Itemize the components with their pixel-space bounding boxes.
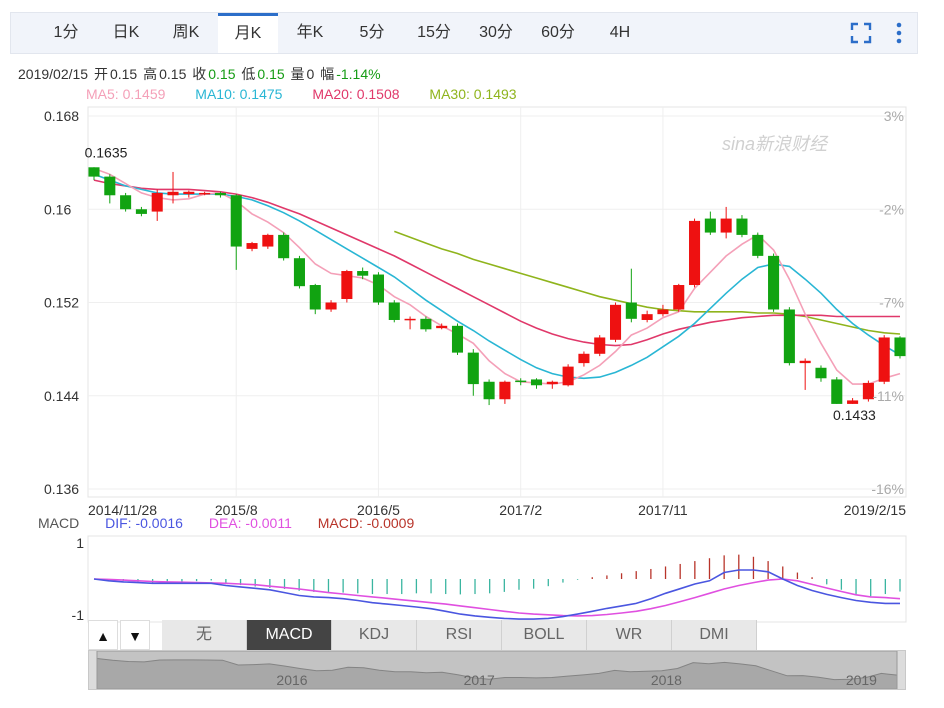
indicator-tab-wr[interactable]: WR (587, 620, 672, 650)
y-tick-label: 0.136 (44, 481, 79, 497)
indicator-tab-boll[interactable]: BOLL (502, 620, 587, 650)
indicator-tab-kdj[interactable]: KDJ (332, 620, 417, 650)
indicator-tab-macd[interactable]: MACD (247, 620, 332, 650)
candle-body (104, 176, 116, 196)
candle-body (467, 352, 479, 385)
x-tick-label: 2017/2 (499, 502, 542, 518)
pct-tick-label: 3% (884, 108, 904, 124)
navigator-overview: 2016 2017 2018 2019 (96, 651, 898, 689)
candle-body (88, 167, 100, 177)
scroll-up-button[interactable]: ▲ (88, 620, 118, 650)
macd-title: MACD (38, 515, 80, 531)
candle-body (752, 234, 764, 256)
candle-body (151, 192, 163, 212)
candle-body (562, 366, 574, 386)
indicator-tab-none[interactable]: 无 (162, 620, 247, 650)
candle-body (831, 379, 843, 404)
y-tick-label: 0.144 (44, 388, 79, 404)
candle-body (625, 302, 637, 319)
candle-body (135, 209, 147, 214)
candle-body (499, 381, 511, 400)
sina-watermark: sina新浪财经 (722, 134, 829, 154)
candle-body (736, 218, 748, 235)
candle-body (388, 302, 400, 320)
y-tick-label: 0.16 (44, 201, 71, 217)
candle-body (230, 195, 242, 247)
candle-body (799, 360, 811, 364)
candle-body (720, 218, 732, 233)
navigator-year-label: 2017 (464, 672, 495, 688)
candle-body (183, 191, 195, 195)
x-tick-label: 2019/2/15 (844, 502, 906, 518)
candle-body (483, 381, 495, 400)
candle-body (878, 337, 890, 382)
indicator-tab-dmi[interactable]: DMI (672, 620, 757, 650)
macd-legend: MACD DIF: -0.0016 DEA: -0.0011 MACD: -0.… (38, 515, 436, 531)
macd-value-legend: MACD: -0.0009 (317, 515, 415, 531)
candle-body (293, 258, 305, 287)
navigator-year-label: 2016 (276, 672, 307, 688)
navigator-selection (96, 651, 898, 689)
candlestick-chart[interactable]: sina新浪财经 0.168 0.16 0.152 0.144 0.136 3% -2% -7… (0, 0, 944, 520)
navigator-year-label: 2018 (651, 672, 682, 688)
x-tick-label: 2017/11 (638, 502, 688, 518)
candle-body (768, 255, 780, 310)
extreme-value-label: 0.1433 (833, 407, 876, 423)
candle-body (657, 309, 669, 315)
candle-body (815, 367, 827, 379)
candle-body (120, 195, 132, 210)
candle-body (704, 218, 716, 233)
candle-body (246, 243, 258, 249)
candle-body (357, 271, 369, 276)
candle-body (341, 271, 353, 300)
candle-body (436, 325, 448, 329)
macd-y-tick-label: -1 (72, 607, 85, 623)
pct-tick-label: -16% (871, 481, 904, 497)
dif-line (93, 569, 900, 620)
macd-chart[interactable]: 1 -1 (0, 530, 944, 630)
candle-body (515, 380, 527, 383)
macd-y-tick-label: 1 (76, 535, 84, 551)
y-tick-label: 0.168 (44, 108, 79, 124)
candle-body (167, 191, 179, 196)
scroll-down-button[interactable]: ▼ (120, 620, 150, 650)
pct-tick-label: -7% (879, 295, 904, 311)
y-tick-label: 0.152 (44, 295, 79, 311)
navigator-year-label: 2019 (846, 672, 877, 688)
candle-body (199, 192, 211, 195)
candle-body (404, 318, 416, 321)
candle-body (546, 381, 558, 385)
dif-legend: DIF: -0.0016 (105, 515, 183, 531)
extreme-value-label: 0.1635 (85, 144, 128, 160)
pct-tick-label: -11% (872, 388, 904, 404)
candle-body (372, 274, 385, 303)
candle-body (451, 325, 464, 353)
candle-body (594, 337, 606, 354)
pct-tick-label: -2% (879, 201, 904, 217)
candle-body (420, 318, 432, 330)
candle-body (673, 285, 685, 310)
candle-body (783, 309, 795, 364)
candle-body (262, 234, 274, 247)
candle-body (278, 234, 290, 259)
candle-body (894, 337, 906, 357)
indicator-tab-rsi[interactable]: RSI (417, 620, 502, 650)
candle-body (609, 304, 622, 340)
candle-body (578, 353, 590, 364)
range-navigator[interactable]: 2016 2017 2018 2019 (88, 650, 906, 690)
candle-body (530, 379, 543, 386)
candle-body (689, 220, 701, 286)
candle-body (214, 192, 226, 196)
candle-body (847, 400, 859, 404)
dea-legend: DEA: -0.0011 (208, 515, 292, 531)
candle-body (641, 314, 653, 320)
candle-body (325, 302, 337, 310)
candle-body (309, 285, 321, 310)
